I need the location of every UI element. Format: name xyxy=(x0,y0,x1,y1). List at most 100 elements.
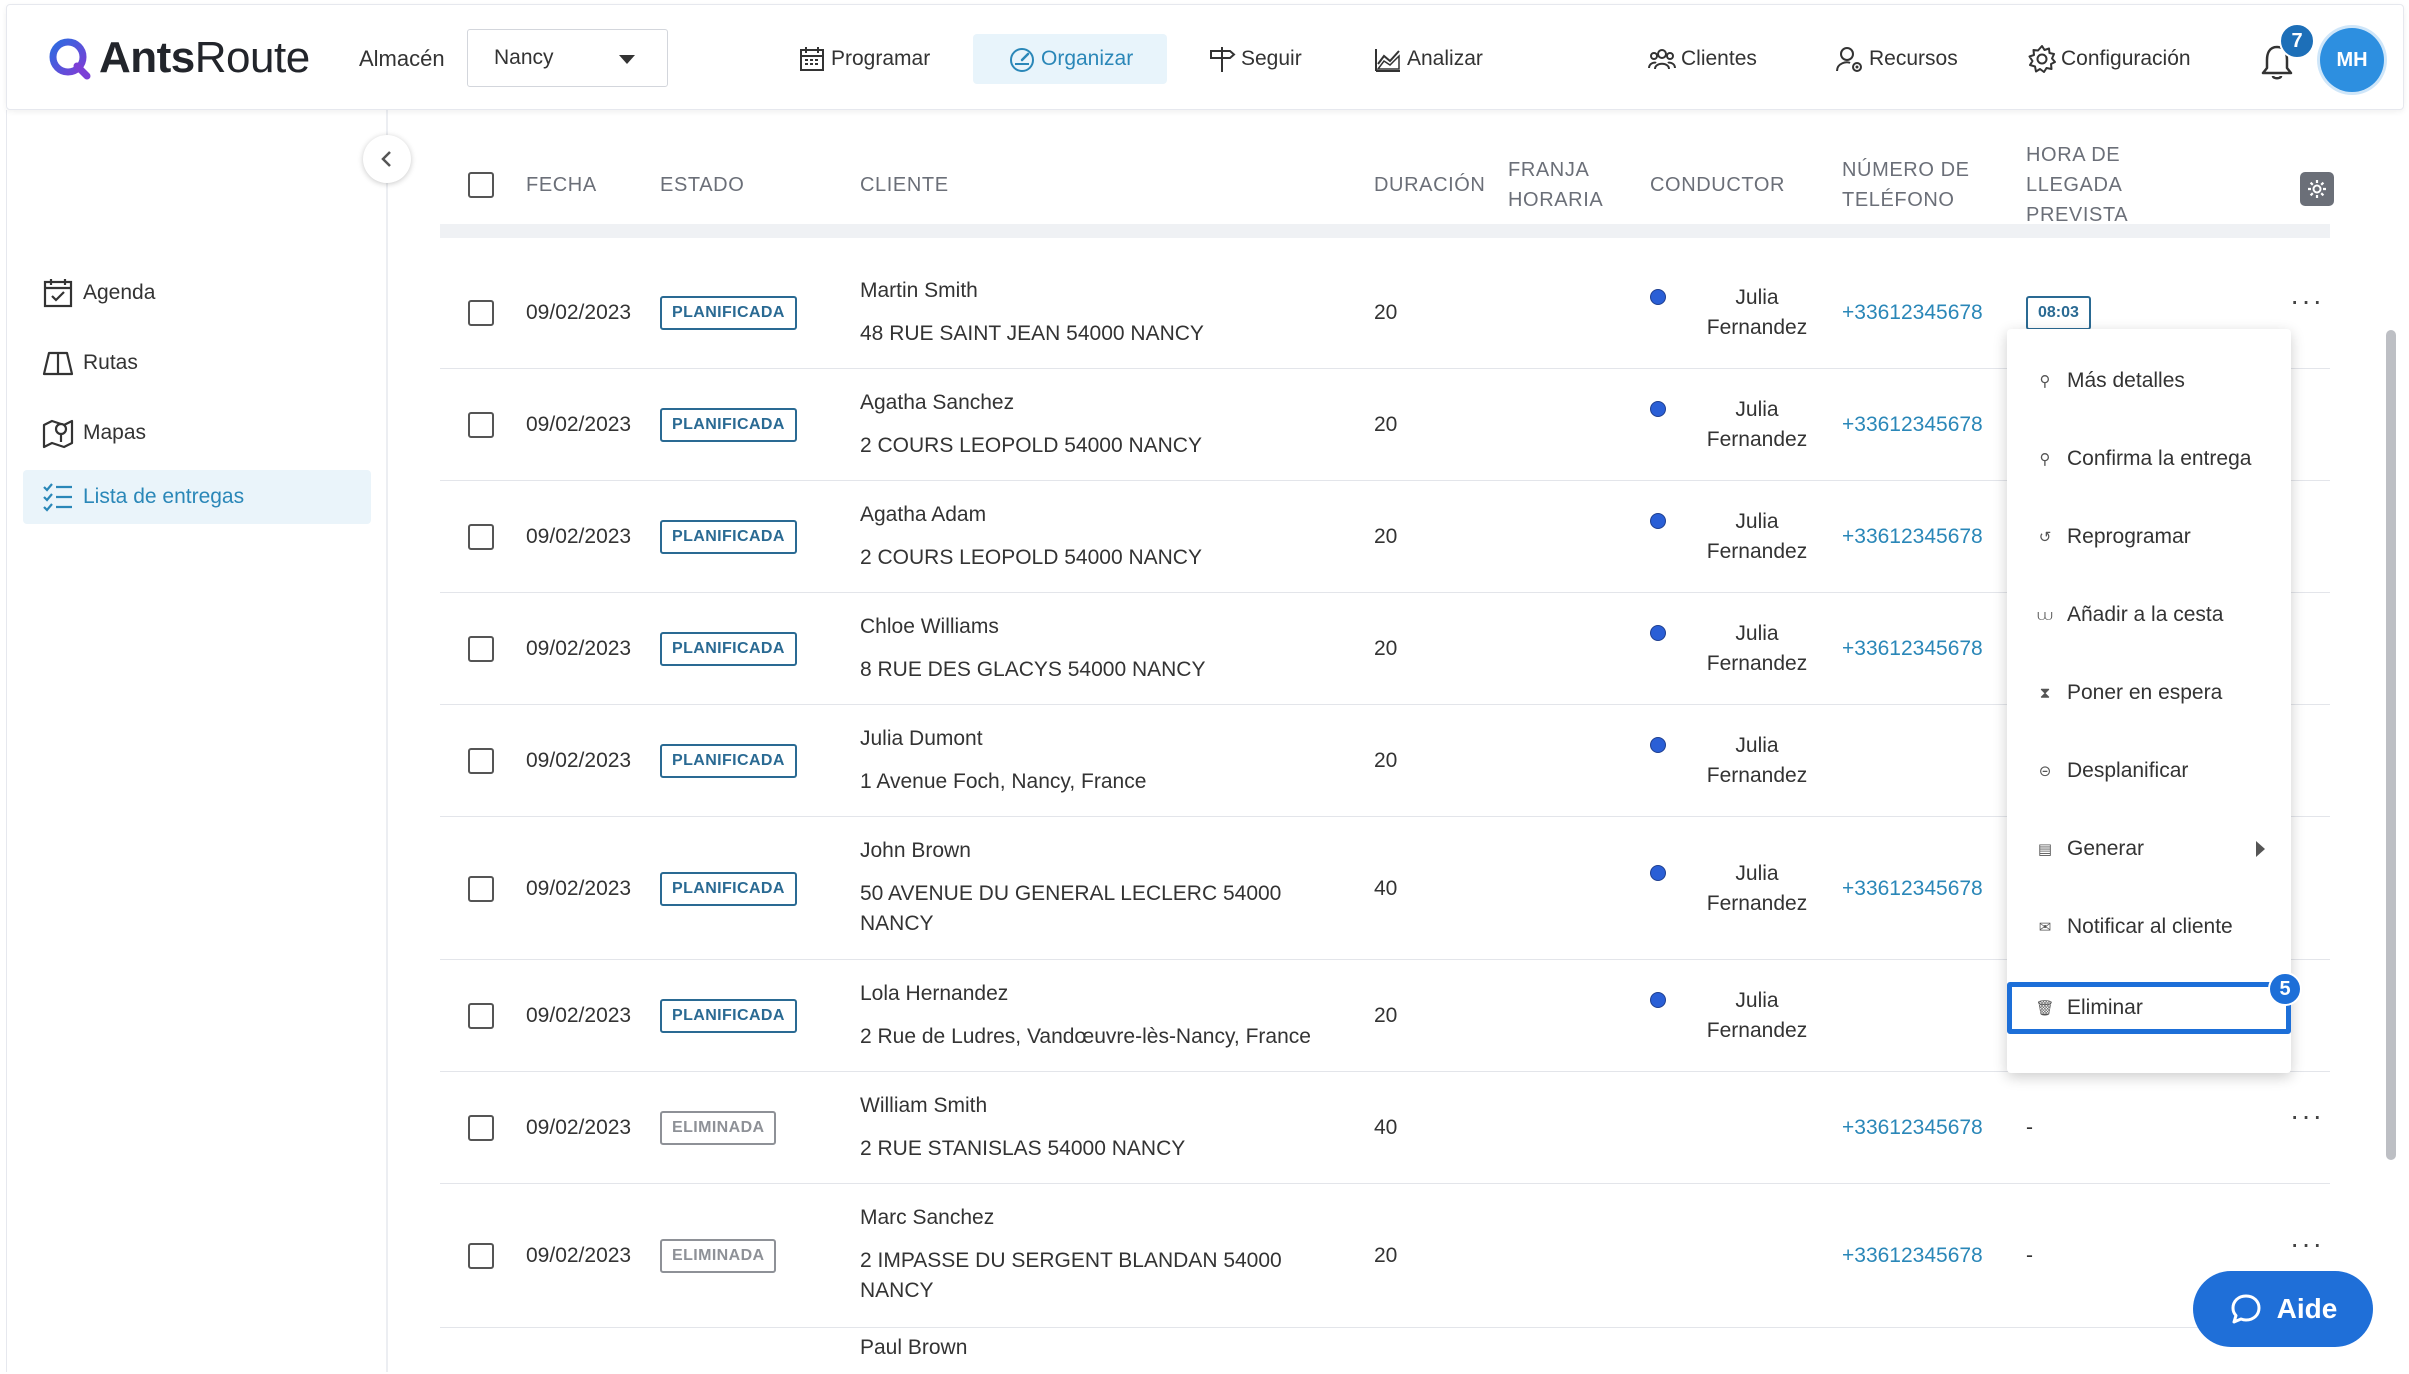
client-name[interactable]: Martin Smith xyxy=(860,279,978,303)
driver-first-name: Julia xyxy=(1735,510,1779,533)
phone-link[interactable]: +33612345678 xyxy=(1842,1116,1983,1140)
sidebar-item-rutas[interactable]: Rutas xyxy=(23,336,371,390)
sidebar-item-lista-de-entregas[interactable]: Lista de entregas xyxy=(23,470,371,524)
nav-organizar[interactable]: Organizar xyxy=(973,34,1167,84)
header-estado[interactable]: ESTADO xyxy=(660,170,744,200)
book-open-icon xyxy=(42,351,74,376)
header-conductor[interactable]: CONDUCTOR xyxy=(1650,170,1785,200)
header-cliente[interactable]: CLIENTE xyxy=(860,170,949,200)
chat-bubble-icon xyxy=(2231,1294,2261,1324)
app-logo[interactable]: AntsRoute xyxy=(47,33,310,83)
nav-configuracion[interactable]: Configuración xyxy=(2027,34,2217,84)
delivery-date: 09/02/2023 xyxy=(526,749,632,772)
menu-item-eliminar[interactable]: 🗑 Eliminar xyxy=(2007,982,2291,1034)
client-name[interactable]: Agatha Sanchez xyxy=(860,391,1014,415)
nav-recursos[interactable]: Recursos xyxy=(1835,34,1985,84)
eta-badge: 08:03 xyxy=(2026,295,2091,330)
help-chat-button[interactable]: Aide xyxy=(2193,1271,2373,1347)
select-all-checkbox[interactable] xyxy=(468,172,494,198)
driver-color-dot xyxy=(1650,401,1666,417)
client-name[interactable]: Chloe Williams xyxy=(860,615,999,639)
table-settings-button[interactable] xyxy=(2300,172,2334,206)
row-actions-button[interactable]: ··· xyxy=(2290,285,2324,317)
pin-icon: ⚲ xyxy=(2039,451,2051,468)
warehouse-select[interactable]: Nancy xyxy=(467,29,668,87)
sidebar-item-mapas[interactable]: Mapas xyxy=(23,406,371,460)
driver-name: Julia Fernandez xyxy=(1692,731,1822,791)
header-telefono-2[interactable]: TELÉFONO xyxy=(1842,185,1955,215)
header-hora-1[interactable]: HORA DE xyxy=(2026,140,2120,170)
header-franja-1[interactable]: FRANJA xyxy=(1508,155,1589,185)
driver-name: Julia Fernandez xyxy=(1692,283,1822,343)
header-hora-3[interactable]: PREVISTA xyxy=(2026,200,2128,230)
avatar[interactable]: MH xyxy=(2320,28,2384,92)
driver-last-name: Fernandez xyxy=(1706,1019,1808,1042)
row-checkbox[interactable] xyxy=(468,524,494,550)
sidebar-item-label: Mapas xyxy=(83,421,147,444)
header-duracion[interactable]: DURACIÓN xyxy=(1374,170,1485,200)
duration: 20 xyxy=(1374,1244,1398,1267)
phone-link[interactable]: +33612345678 xyxy=(1842,637,1983,661)
menu-item-reprogramar[interactable]: ↺ Reprogramar xyxy=(2007,497,2291,577)
trash-icon: 🗑 xyxy=(2035,1000,2055,1017)
menu-item-label: Generar xyxy=(2067,837,2145,860)
nav-clientes[interactable]: Clientes xyxy=(1647,34,1787,84)
driver-last-name: Fernandez xyxy=(1706,315,1808,339)
menu-item-desplanificar[interactable]: ⊝ Desplanificar xyxy=(2007,731,2291,811)
menu-item-confirma-la-entrega[interactable]: ⚲ Confirma la entrega xyxy=(2007,419,2291,499)
row-checkbox[interactable] xyxy=(468,1115,494,1141)
driver-first-name: Julia xyxy=(1735,622,1779,645)
row-checkbox[interactable] xyxy=(468,748,494,774)
menu-item-notificar-al-cliente[interactable]: ✉ Notificar al cliente xyxy=(2007,887,2291,967)
phone-link[interactable]: +33612345678 xyxy=(1842,525,1983,549)
driver-last-name: Fernandez xyxy=(1706,891,1808,915)
client-address: 2 IMPASSE DU SERGENT BLANDAN 54000 xyxy=(860,1249,1282,1272)
vertical-scrollbar[interactable] xyxy=(2386,330,2396,1160)
client-name[interactable]: Agatha Adam xyxy=(860,503,986,527)
header-telefono-1[interactable]: NÚMERO DE xyxy=(1842,155,1970,185)
driver-name: Julia Fernandez xyxy=(1692,859,1822,919)
header-fecha[interactable]: FECHA xyxy=(526,170,597,200)
menu-item-añadir-a-la-cesta[interactable]: ⩊ Añadir a la cesta xyxy=(2007,575,2291,655)
menu-item-label: Añadir a la cesta xyxy=(2067,603,2224,626)
header-hora-2[interactable]: LLEGADA xyxy=(2026,170,2122,200)
row-actions-button[interactable]: ··· xyxy=(2290,1228,2324,1260)
sidebar-item-label: Rutas xyxy=(83,351,138,374)
menu-item-label: Reprogramar xyxy=(2067,525,2191,548)
row-checkbox[interactable] xyxy=(468,1243,494,1269)
row-checkbox[interactable] xyxy=(468,875,494,902)
sidebar-item-agenda[interactable]: Agenda xyxy=(23,266,371,320)
header-franja-2[interactable]: HORARIA xyxy=(1508,185,1603,215)
delivery-date: 09/02/2023 xyxy=(526,876,632,900)
phone-link[interactable]: +33612345678 xyxy=(1842,301,1983,325)
client-name[interactable]: Marc Sanchez xyxy=(860,1206,994,1230)
delivery-date: 09/02/2023 xyxy=(526,300,632,324)
nav-programar[interactable]: Programar xyxy=(797,34,947,84)
nav-analizar[interactable]: Analizar xyxy=(1373,34,1513,84)
table-row[interactable]: 09/02/2023 ELIMINADA Marc Sanchez 2 IMPASSE… xyxy=(440,1184,2330,1328)
duration: 20 xyxy=(1374,637,1398,660)
row-checkbox[interactable] xyxy=(468,412,494,438)
row-checkbox[interactable] xyxy=(468,299,494,326)
client-name[interactable]: John Brown xyxy=(860,839,971,863)
client-name[interactable]: Julia Dumont xyxy=(860,727,983,751)
collapse-sidebar-button[interactable] xyxy=(363,135,411,183)
row-actions-button[interactable]: ··· xyxy=(2290,1100,2324,1132)
menu-item-poner-en-espera[interactable]: ⧗ Poner en espera xyxy=(2007,653,2291,733)
table-row[interactable]: 09/02/2023 ELIMINADA William Smith 2 RUE ST… xyxy=(440,1072,2330,1184)
client-name[interactable]: William Smith xyxy=(860,1094,987,1118)
menu-item-generar[interactable]: ▤ Generar xyxy=(2007,809,2291,889)
phone-link[interactable]: +33612345678 xyxy=(1842,1244,1983,1268)
table-row[interactable]: Paul Brown xyxy=(440,1328,2330,1374)
menu-item-más-detalles[interactable]: ⚲ Más detalles xyxy=(2007,341,2291,421)
nav-label: Clientes xyxy=(1681,47,1757,70)
client-address-line2: NANCY xyxy=(860,911,934,935)
nav-seguir[interactable]: Seguir xyxy=(1207,34,1327,84)
phone-link[interactable]: +33612345678 xyxy=(1842,413,1983,437)
row-checkbox[interactable] xyxy=(468,636,494,662)
client-name[interactable]: Lola Hernandez xyxy=(860,982,1008,1006)
phone-link[interactable]: +33612345678 xyxy=(1842,877,1983,901)
driver-name: Julia Fernandez xyxy=(1692,619,1822,679)
row-checkbox[interactable] xyxy=(468,1003,494,1029)
sidebar: Agenda Rutas Mapas Lista de entregas xyxy=(6,110,388,1372)
